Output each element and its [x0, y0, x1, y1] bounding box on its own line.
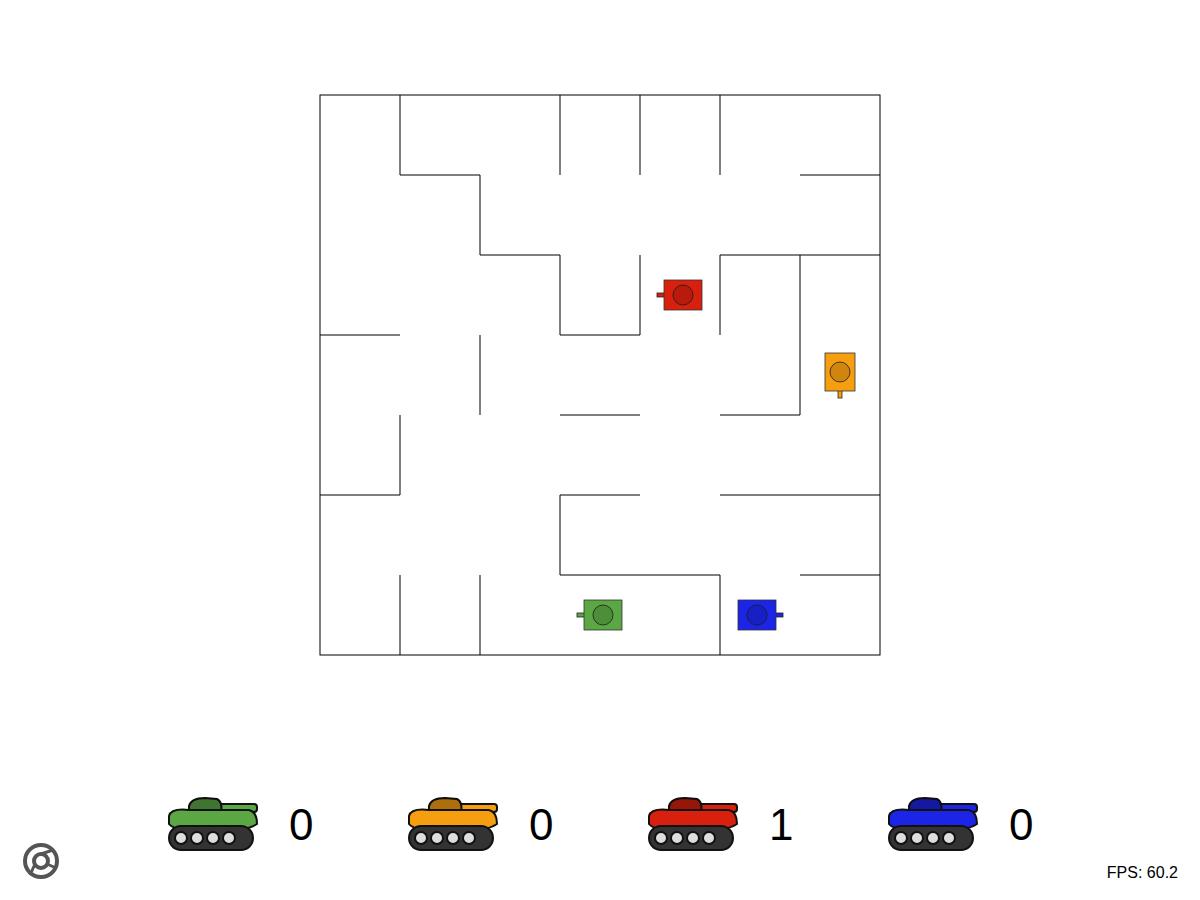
scoreboard: 0 0 1 0 [165, 794, 1035, 856]
maze-wall [800, 175, 880, 176]
maze-wall [560, 95, 561, 175]
player-score: 0 [885, 794, 1035, 856]
maze-wall [480, 335, 481, 415]
score-value: 1 [769, 803, 793, 847]
tank [738, 600, 783, 630]
tank-icon [165, 794, 261, 856]
maze-wall [560, 415, 640, 416]
maze-wall [320, 495, 400, 496]
player-score: 0 [405, 794, 555, 856]
game-screen: 0 0 1 0 FPS: 60.2 [0, 0, 1200, 900]
score-value: 0 [289, 803, 313, 847]
maze-wall [720, 95, 721, 175]
settings-icon[interactable] [22, 842, 60, 880]
tank [657, 280, 702, 310]
maze-wall [640, 255, 641, 335]
tank-icon [885, 794, 981, 856]
maze-wall [400, 575, 401, 655]
maze-wall [320, 335, 400, 336]
maze-wall [480, 175, 481, 255]
maze-wall [400, 415, 401, 495]
score-value: 0 [529, 803, 553, 847]
maze-wall [800, 255, 801, 415]
player-score: 1 [645, 794, 795, 856]
maze-border [320, 95, 880, 655]
player-score: 0 [165, 794, 315, 856]
tank [825, 353, 855, 398]
maze-wall [480, 255, 560, 256]
maze-wall [800, 575, 880, 576]
maze-wall [560, 575, 720, 576]
maze-wall [400, 175, 480, 176]
maze-wall [560, 335, 640, 336]
maze-wall [560, 255, 561, 335]
maze-wall [720, 575, 721, 655]
maze-wall [720, 415, 800, 416]
maze-wall [720, 255, 721, 335]
maze-board [319, 94, 881, 656]
tank-icon [645, 794, 741, 856]
score-value: 0 [1009, 803, 1033, 847]
maze-wall [720, 495, 880, 496]
maze-wall [480, 575, 481, 655]
maze-wall [560, 495, 561, 575]
maze-wall [400, 95, 401, 175]
tank-icon [405, 794, 501, 856]
fps-counter: FPS: 60.2 [1107, 864, 1178, 882]
tank [577, 600, 622, 630]
maze-wall [560, 495, 640, 496]
maze-wall [640, 95, 641, 175]
